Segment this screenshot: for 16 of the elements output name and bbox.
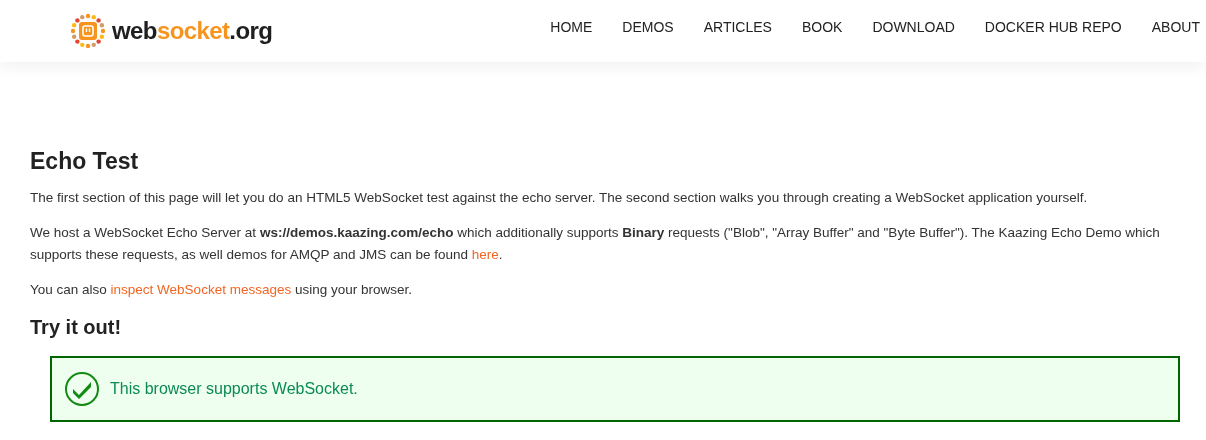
logo-icon bbox=[68, 11, 108, 51]
paragraph: We host a WebSocket Echo Server at ws://demos.kaazing.com/echo which additionally supports Binary requests ("Blob", "Array Buffer" and "Byte Buffer"). The Kaazing Echo Demo which supports these requests, as well demos for AMQP and JMS can be found here. bbox=[30, 223, 1161, 264]
nav-link[interactable]: DOWNLOAD bbox=[872, 16, 955, 38]
nav-link[interactable]: DOCKER HUB REPO bbox=[984, 16, 1122, 38]
section-title: Try it out! bbox=[30, 314, 123, 340]
paragraph: You can also inspect WebSocket messages using your browser. bbox=[30, 280, 413, 299]
nav-link[interactable]: DEMOS bbox=[622, 16, 674, 38]
nav-link[interactable]: BOOK bbox=[801, 16, 843, 38]
checkmark-icon bbox=[64, 370, 100, 407]
paragraph: The first section of this page will let you do an HTML5 WebSocket test against the echo server. The second section walks you through creating a WebSocket application yourself. bbox=[30, 188, 1089, 207]
nav-link[interactable]: ARTICLES bbox=[703, 16, 772, 38]
page-title: Echo Test bbox=[30, 147, 140, 176]
nav-link[interactable]: HOME bbox=[550, 16, 593, 38]
site-logo-text[interactable]: websocket.org bbox=[112, 19, 273, 43]
status-message: This browser supports WebSocket. bbox=[110, 378, 358, 399]
nav-link[interactable]: ABOUT bbox=[1151, 16, 1200, 38]
